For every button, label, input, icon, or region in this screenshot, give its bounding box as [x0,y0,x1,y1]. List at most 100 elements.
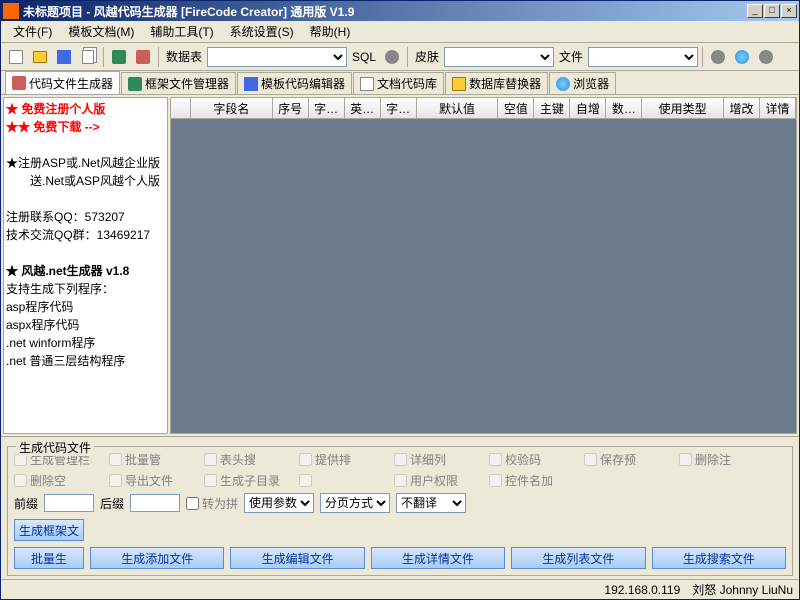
tab-codegen[interactable]: 代码文件生成器 [5,71,120,94]
tab-icon [452,77,466,91]
toolbar-btn-c[interactable] [755,46,777,68]
gridcol-detail[interactable]: 详情 [760,98,796,118]
gen-batch-button[interactable]: 批量生 [14,547,84,569]
pagemethod-dropdown[interactable]: 分页方式 [320,493,390,513]
gen-edit-button[interactable]: 生成编辑文件 [230,547,364,569]
prefix-label: 前缀 [14,495,38,512]
sidebar-text: 支持生成下列程序： [6,280,165,298]
minimize-button[interactable]: _ [747,4,763,18]
check-option[interactable]: 提供排 [299,451,394,468]
tab-icon [244,77,258,91]
tab-browser[interactable]: 浏览器 [549,72,616,94]
check-option[interactable]: 校验码 [489,451,584,468]
sidebar-header: ★ 风越.net生成器 v1.8 [6,262,165,280]
sidebar-text: .net winform程序 [6,334,165,352]
copy-button[interactable] [77,46,99,68]
sidebar-qq-group: 技术交流QQ群：13469217 [6,226,165,244]
gridcol-default[interactable]: 默认值 [417,98,499,118]
gridcol-num[interactable]: 数… [606,98,642,118]
new-button[interactable] [5,46,27,68]
datatable-label: 数据表 [166,48,202,65]
useparam-dropdown[interactable]: 使用参数 [244,493,314,513]
menu-file[interactable]: 文件(F) [5,21,60,42]
save-button[interactable] [53,46,75,68]
checkbox[interactable] [299,453,312,466]
toolbar-btn-a[interactable] [707,46,729,68]
tab-doclib[interactable]: 文档代码库 [353,72,444,94]
checkbox[interactable] [679,453,692,466]
toolbar-btn-b[interactable] [731,46,753,68]
check-option[interactable]: 控件名加 [489,472,584,489]
gen-detail-button[interactable]: 生成详情文件 [371,547,505,569]
menu-settings[interactable]: 系统设置(S) [222,21,302,42]
checkbox[interactable] [109,474,122,487]
status-ip: 192.168.0.119 [604,583,680,597]
checkbox[interactable] [204,453,217,466]
tab-template[interactable]: 模板代码编辑器 [237,72,352,94]
statusbar: 192.168.0.119 刘怒 Johnny LiuNu [1,579,799,599]
gridcol-seq[interactable]: 序号 [273,98,309,118]
gen-search-button[interactable]: 生成搜索文件 [652,547,786,569]
gear-icon [711,50,725,64]
check-option[interactable]: 导出文件 [109,472,204,489]
checkbox[interactable] [109,453,122,466]
check-option[interactable]: 保存预 [584,451,679,468]
tab-frame[interactable]: 框架文件管理器 [121,72,236,94]
green-icon [112,50,126,64]
prefix-input[interactable] [44,494,94,512]
datatable-combo[interactable] [207,47,347,67]
sidebar-text: .net 普通三层结构程序 [6,352,165,370]
check-option[interactable]: 用户权限 [394,472,489,489]
check-option[interactable]: 表头搜 [204,451,299,468]
gridcol-check[interactable] [171,98,191,118]
tab-label: 数据库替换器 [469,75,541,92]
maximize-button[interactable]: □ [764,4,780,18]
sidebar-promo1: ★ 免费注册个人版 [6,100,165,118]
check-option[interactable]: 详细列 [394,451,489,468]
topin-check[interactable] [186,497,199,510]
checkbox[interactable] [299,474,312,487]
check-option[interactable]: 删除空 [14,472,109,489]
gridcol-addmod[interactable]: 增改 [724,98,760,118]
gridcol-en[interactable]: 英… [345,98,381,118]
open-button[interactable] [29,46,51,68]
checkbox[interactable] [489,474,502,487]
checkbox[interactable] [394,474,407,487]
checkbox[interactable] [14,474,27,487]
toolbar-red-button[interactable] [132,46,154,68]
toolbar-green-button[interactable] [108,46,130,68]
grid-body[interactable] [170,119,797,434]
globe-icon [556,77,570,91]
sql-button[interactable] [381,46,403,68]
file-combo[interactable] [588,47,698,67]
sidebar-text: ★注册ASP或.Net风越企业版 [6,154,165,172]
menu-template[interactable]: 模板文档(M) [60,21,142,42]
gridcol-null[interactable]: 空值 [498,98,534,118]
gridcol-autoinc[interactable]: 自增 [570,98,606,118]
check-option[interactable]: 生成子目录 [204,472,299,489]
gridcol-pk[interactable]: 主键 [534,98,570,118]
tab-icon [360,77,374,91]
gridcol-usetype[interactable]: 使用类型 [642,98,724,118]
menu-tools[interactable]: 辅助工具(T) [142,21,221,42]
gridcol-word[interactable]: 字… [309,98,345,118]
check-option[interactable]: 批量管 [109,451,204,468]
skin-combo[interactable] [444,47,554,67]
gen-list-button[interactable]: 生成列表文件 [511,547,645,569]
gen-add-button[interactable]: 生成添加文件 [90,547,224,569]
gridcol-fieldname[interactable]: 字段名 [191,98,273,118]
gen-frame-button[interactable]: 生成框架文 [14,519,84,541]
checkbox[interactable] [394,453,407,466]
check-option[interactable] [299,472,394,489]
checkbox[interactable] [489,453,502,466]
tab-label: 浏览器 [573,75,609,92]
checkbox[interactable] [204,474,217,487]
tab-dbreplace[interactable]: 数据库替换器 [445,72,548,94]
suffix-input[interactable] [130,494,180,512]
checkbox[interactable] [584,453,597,466]
gridcol-word2[interactable]: 字… [381,98,417,118]
notrans-dropdown[interactable]: 不翻译 [396,493,466,513]
close-button[interactable]: × [781,4,797,18]
check-option[interactable]: 删除注 [679,451,774,468]
menu-help[interactable]: 帮助(H) [302,21,359,42]
